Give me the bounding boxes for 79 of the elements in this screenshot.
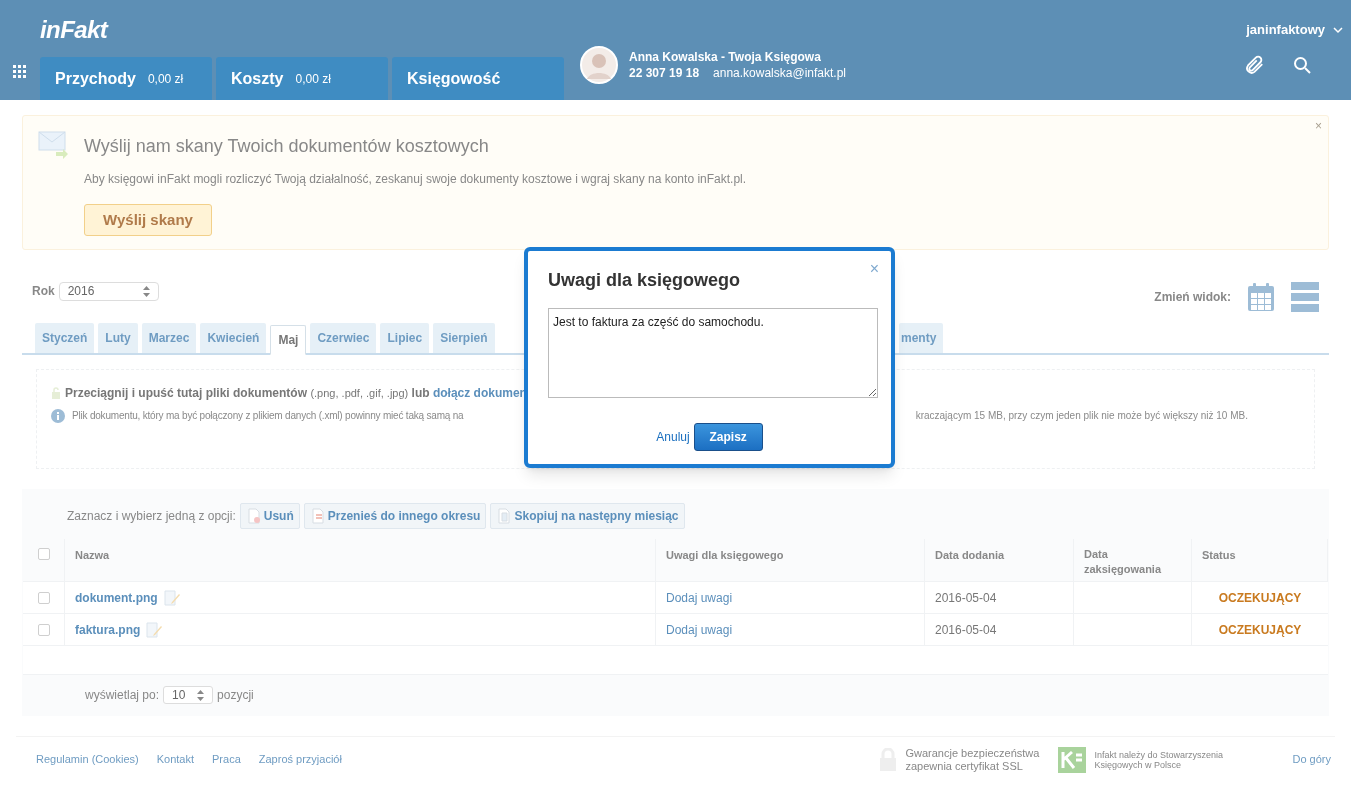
toolbar-label: Zaznacz i wybierz jedną z opcji: (67, 508, 236, 525)
info-icon (51, 408, 65, 423)
accountant-name: Anna Kowalska - Twoja Księgowa (629, 49, 822, 65)
close-icon[interactable]: × (1315, 117, 1322, 135)
calendar-icon[interactable] (1247, 282, 1275, 312)
documents-copy-icon (496, 508, 513, 524)
edit-icon[interactable] (163, 589, 181, 606)
status-label: OCZEKUJĄCY (1218, 589, 1302, 607)
change-view-label: Zmień widok: (1154, 289, 1231, 306)
padlock-icon (51, 386, 61, 400)
toolbar-button[interactable]: Usuń (239, 503, 300, 529)
month-tab[interactable]: menty (899, 323, 944, 353)
toolbar-button[interactable]: Przenieś do innego okresu (303, 503, 487, 529)
file-link[interactable]: dokument.png (75, 588, 158, 607)
page-size-label: wyświetlaj po: (85, 687, 160, 704)
accountant-email[interactable]: anna.kowalska@infakt.pl (713, 65, 846, 81)
banner-title: Wyślij nam skany Twoich dokumentów kosztowych (84, 135, 490, 158)
column-header: Data dodania (935, 549, 1005, 561)
chevron-down-icon[interactable] (1333, 26, 1343, 34)
year-label: Rok (32, 283, 55, 300)
column-header: Uwagi dla księgowego (666, 549, 784, 561)
footer-link[interactable]: Praca (212, 751, 241, 768)
status-label: OCZEKUJĄCY (1218, 621, 1302, 639)
document-move-icon (309, 508, 326, 524)
page-size-select[interactable]: 10 (163, 686, 214, 704)
page-size-suffix: pozycji (217, 687, 254, 704)
back-to-top-link[interactable]: Do góry (1292, 751, 1331, 768)
date-cell-text: 2016-05-04 (935, 589, 997, 607)
dialog-title: Uwagi dla księgowego (548, 269, 741, 292)
footer-link[interactable]: Zaproś przyjaciół (258, 751, 342, 768)
footer-link[interactable]: Regulamin (Cookies) (36, 751, 139, 768)
month-tab[interactable]: Luty (98, 323, 138, 353)
nav-tab[interactable]: Koszty 0,00 zł (216, 57, 388, 100)
add-note-link[interactable]: Dodaj uwagi (666, 588, 733, 607)
grid-menu-icon[interactable] (13, 65, 27, 79)
year-select[interactable]: 2016 (58, 281, 159, 301)
month-tab[interactable]: Marzec (141, 323, 197, 353)
envelope-icon (38, 130, 70, 160)
toolbar-button[interactable]: Skopiuj na następny miesiąc (490, 503, 685, 529)
month-tab[interactable]: Maj (270, 325, 307, 355)
logo[interactable]: inFakt (40, 12, 108, 48)
month-tab[interactable]: Czerwiec (310, 323, 377, 353)
dropzone-note: Plik dokumentu, który ma być połączony z plikiem danych (.xml) powinny mieć taką samą na (72, 409, 464, 423)
close-button[interactable]: × (869, 261, 879, 277)
month-tab[interactable]: Styczeń (35, 323, 95, 353)
stepper-icon (142, 285, 150, 297)
notes-textarea[interactable]: Jest to faktura za część do samochodu. (548, 308, 878, 398)
association-note: Infakt należy do Stowarzyszenia Księgowych w Polsce (1094, 749, 1225, 770)
row-checkbox[interactable] (37, 623, 50, 636)
cancel-link[interactable]: Anuluj (656, 428, 690, 446)
banner-text: Aby księgowi inFakt mogli rozliczyć Twoją działalność, zeskanuj swoje dokumenty kosztowe i wgraj skany na konto inFakt.pl. (84, 171, 747, 188)
stepper-icon (197, 689, 205, 701)
month-tab[interactable]: Lipiec (380, 323, 430, 353)
nav-tab[interactable]: Księgowość (392, 57, 564, 100)
column-header: Nazwa (75, 549, 110, 561)
list-view-icon[interactable] (1291, 282, 1319, 312)
dropzone-note: kraczającym 15 MB, przy czym jeden plik nie może być większy niż 10 MB. (915, 409, 1248, 423)
edit-icon[interactable] (146, 621, 164, 638)
username[interactable]: janinfaktowy (1246, 20, 1325, 40)
month-tab[interactable]: Sierpień (433, 323, 495, 353)
send-scans-button[interactable]: Wyślij skany (84, 204, 212, 236)
save-button[interactable]: Zapisz (693, 423, 763, 451)
paperclip-icon[interactable] (1243, 54, 1265, 76)
add-note-link[interactable]: Dodaj uwagi (666, 620, 733, 639)
footer-link[interactable]: Kontakt (156, 751, 195, 768)
month-tab[interactable]: Kwiecień (200, 323, 267, 353)
search-icon[interactable] (1293, 56, 1311, 74)
date-cell-text: 2016-05-04 (935, 621, 997, 639)
avatar (580, 46, 618, 84)
select-all-checkbox[interactable] (37, 548, 50, 560)
nav-tab[interactable]: Przychody 0,00 zł (40, 57, 212, 100)
file-link[interactable]: faktura.png (75, 620, 141, 639)
skwp-logo (1058, 746, 1087, 773)
accountant-phone: 22 307 19 18 (629, 65, 700, 81)
document-delete-icon (245, 508, 262, 524)
ssl-note: Gwarancje bezpieczeństwa zapewnia certyfikat SSL (905, 746, 1041, 773)
column-header: Status (1202, 549, 1236, 561)
column-header: Data zaksięgowania (1084, 547, 1163, 577)
row-checkbox[interactable] (37, 591, 50, 604)
